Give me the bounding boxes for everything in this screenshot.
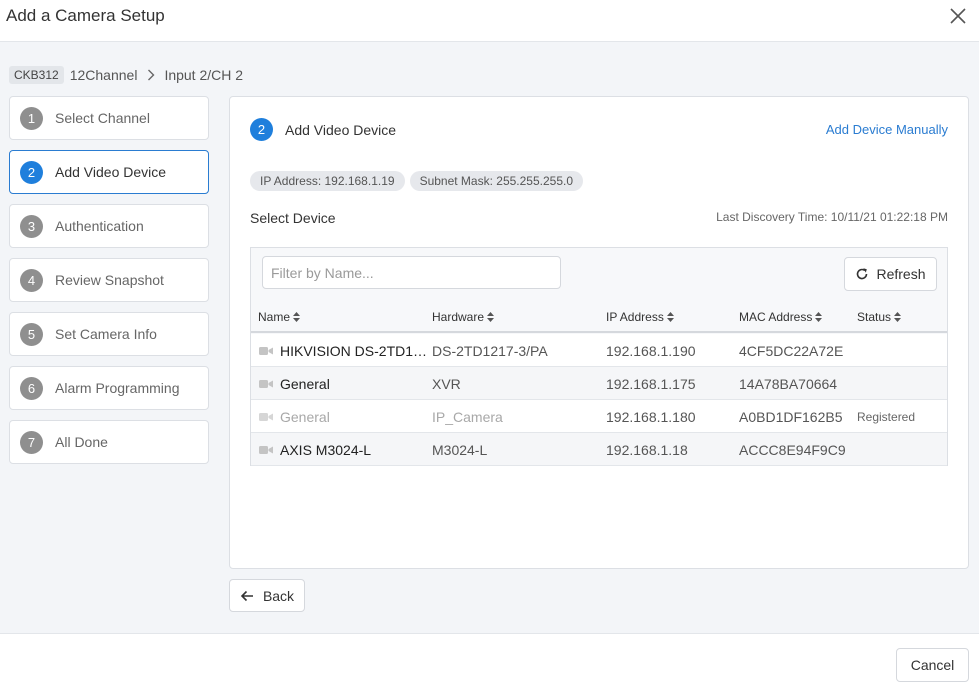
- hardware-cell: XVR: [432, 376, 461, 392]
- hardware-cell: M3024-L: [432, 442, 488, 458]
- step-label: Add Video Device: [55, 164, 167, 180]
- column-header-label: Hardware: [432, 310, 485, 324]
- step-review-snapshot[interactable]: 4 Review Snapshot: [9, 258, 209, 302]
- camera-icon: [259, 445, 273, 455]
- device-name: General: [280, 376, 330, 392]
- subnet-mask-pill: Subnet Mask: 255.255.255.0: [409, 171, 584, 191]
- mac-address-cell: A0BD1DF162B5: [739, 409, 843, 425]
- device-name-cell: General: [259, 409, 330, 425]
- column-header-label: Name: [258, 310, 291, 324]
- device-table: Refresh Name Hardware IP Address MAC Add…: [250, 247, 948, 466]
- device-name: General: [280, 409, 330, 425]
- refresh-button[interactable]: Refresh: [844, 257, 937, 291]
- step-set-camera-info[interactable]: 5 Set Camera Info: [9, 312, 209, 356]
- status-cell: Registered: [857, 410, 916, 424]
- sort-icon: [487, 312, 495, 322]
- step-number: 5: [20, 322, 43, 346]
- step-authentication[interactable]: 3 Authentication: [9, 204, 209, 248]
- sort-icon: [666, 312, 674, 322]
- camera-icon: [259, 379, 273, 389]
- ip-address-pill: IP Address: 192.168.1.19: [250, 171, 405, 191]
- last-discovery-time: Last Discovery Time: 10/11/21 01:22:18 P…: [716, 210, 948, 224]
- close-icon[interactable]: [947, 5, 969, 27]
- step-number: 3: [20, 214, 43, 238]
- window-title: Add a Camera Setup: [6, 6, 165, 25]
- breadcrumb-channel: Input 2/CH 2: [164, 67, 244, 83]
- arrow-left-icon: [240, 590, 254, 602]
- footer-bar: Cancel: [0, 633, 979, 693]
- mac-address-cell: ACCC8E94F9C9: [739, 442, 846, 458]
- cancel-button[interactable]: Cancel: [896, 648, 969, 682]
- sort-icon: [815, 312, 823, 322]
- column-header-mac-address[interactable]: MAC Address: [739, 310, 823, 324]
- back-button[interactable]: Back: [229, 579, 305, 612]
- breadcrumb-device: 12Channel: [69, 67, 138, 83]
- column-header-ip-address[interactable]: IP Address: [606, 310, 674, 324]
- ip-address-cell: 192.168.1.190: [606, 343, 696, 359]
- sort-icon: [293, 312, 301, 322]
- sort-icon: [894, 312, 902, 322]
- step-label: All Done: [55, 434, 108, 450]
- breadcrumb: CKB312 12Channel Input 2/CH 2: [9, 65, 243, 85]
- column-header-label: IP Address: [606, 310, 664, 324]
- step-label: Authentication: [55, 218, 144, 234]
- select-device-label: Select Device: [250, 210, 336, 226]
- column-header-label: Status: [857, 310, 892, 324]
- network-info: IP Address: 192.168.1.19 Subnet Mask: 25…: [250, 171, 588, 191]
- ip-address-cell: 192.168.1.18: [606, 442, 688, 458]
- ip-address-cell: 192.168.1.180: [606, 409, 696, 425]
- step-number: 1: [20, 106, 43, 130]
- step-add-video-device[interactable]: 2 Add Video Device: [9, 150, 209, 194]
- table-row: General IP_Camera 192.168.1.180 A0BD1DF1…: [251, 400, 947, 433]
- step-label: Set Camera Info: [55, 326, 157, 342]
- refresh-icon: [855, 267, 869, 281]
- step-number: 2: [20, 160, 43, 184]
- mac-address-cell: 4CF5DC22A72E: [739, 343, 844, 359]
- device-name-cell: General: [259, 376, 330, 392]
- device-name-cell: HIKVISION DS-2TD1…: [259, 343, 427, 359]
- device-name: HIKVISION DS-2TD1…: [280, 343, 428, 359]
- title-bar: Add a Camera Setup: [0, 0, 979, 42]
- step-alarm-programming[interactable]: 6 Alarm Programming: [9, 366, 209, 410]
- column-header-status[interactable]: Status: [857, 310, 902, 324]
- panel-header: 2 Add Video Device: [250, 118, 396, 141]
- step-label: Select Channel: [55, 110, 150, 126]
- step-list: 1 Select Channel 2 Add Video Device 3 Au…: [9, 96, 209, 474]
- camera-icon: [259, 346, 273, 356]
- hardware-cell: IP_Camera: [432, 409, 503, 425]
- table-row[interactable]: HIKVISION DS-2TD1… DS-2TD1217-3/PA 192.1…: [251, 334, 947, 367]
- add-device-manually-link[interactable]: Add Device Manually: [826, 122, 948, 137]
- column-header-name[interactable]: Name: [258, 310, 301, 324]
- back-label: Back: [262, 587, 295, 604]
- column-header-hardware[interactable]: Hardware: [432, 310, 495, 324]
- step-label: Alarm Programming: [55, 380, 180, 396]
- step-select-channel[interactable]: 1 Select Channel: [9, 96, 209, 140]
- step-number: 7: [20, 430, 43, 454]
- mac-address-cell: 14A78BA70664: [739, 376, 838, 392]
- add-video-device-panel: 2 Add Video Device Add Device Manually I…: [229, 96, 969, 569]
- column-header-label: MAC Address: [739, 310, 813, 324]
- table-header: Name Hardware IP Address MAC Address Sta…: [251, 300, 947, 333]
- step-number: 4: [20, 268, 43, 292]
- step-number: 2: [250, 118, 273, 141]
- device-name: AXIS M3024-L: [280, 442, 372, 458]
- refresh-label: Refresh: [876, 266, 926, 282]
- hardware-cell: DS-2TD1217-3/PA: [432, 343, 548, 359]
- table-row[interactable]: AXIS M3024-L M3024-L 192.168.1.18 ACCC8E…: [251, 433, 947, 466]
- chevron-right-icon: [147, 69, 155, 81]
- panel-chip: CKB312: [9, 66, 64, 84]
- camera-icon: [259, 412, 273, 422]
- step-all-done[interactable]: 7 All Done: [9, 420, 209, 464]
- step-number: 6: [20, 376, 43, 400]
- filter-by-name-input[interactable]: [262, 256, 561, 289]
- table-row[interactable]: General XVR 192.168.1.175 14A78BA70664: [251, 367, 947, 400]
- panel-title: Add Video Device: [285, 121, 397, 138]
- ip-address-cell: 192.168.1.175: [606, 376, 696, 392]
- device-name-cell: AXIS M3024-L: [259, 442, 371, 458]
- step-label: Review Snapshot: [55, 272, 164, 288]
